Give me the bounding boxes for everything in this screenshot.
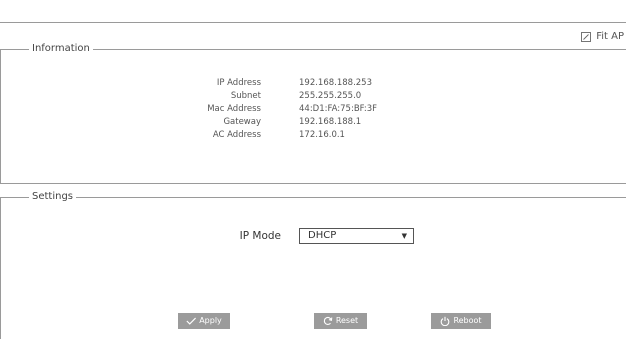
reboot-label: Reboot [453,316,482,325]
reset-button[interactable]: Reset [314,313,367,329]
fit-ap-label: Fit AP [596,31,624,42]
ip-mode-select[interactable]: DHCP ▼ [299,228,414,244]
fit-ap-link[interactable]: Fit AP [581,31,624,42]
subnet-value: 255.255.255.0 [299,91,362,101]
top-divider [0,22,626,23]
mac-address-label: Mac Address [207,104,261,114]
info-row-gateway: Gateway 192.168.188.1 [1,116,626,129]
ip-address-value: 192.168.188.253 [299,78,373,88]
info-row-mac-address: Mac Address 44:D1:FA:75:BF:3F [1,103,626,116]
information-legend: Information [32,43,90,54]
info-row-subnet: Subnet 255.255.255.0 [1,90,626,103]
ac-address-value: 172.16.0.1 [299,130,345,140]
ip-address-label: IP Address [216,78,261,88]
settings-legend: Settings [32,191,74,202]
info-row-ip-address: IP Address 192.168.188.253 [1,77,626,90]
reboot-button[interactable]: Reboot [431,313,491,329]
mac-address-value: 44:D1:FA:75:BF:3F [299,104,378,114]
dropdown-arrow-icon: ▼ [401,232,407,240]
power-icon [441,316,450,326]
subnet-label: Subnet [230,91,261,101]
gateway-value: 192.168.188.1 [299,117,362,127]
ip-mode-label: IP Mode [239,230,281,242]
ac-address-label: AC Address [212,130,261,140]
apply-label: Apply [199,316,222,325]
info-row-ac-address: AC Address 172.16.0.1 [1,129,626,142]
settings-panel: Settings IP Mode DHCP ▼ Apply Reset Rebo [0,191,626,339]
reset-label: Reset [335,316,359,325]
information-panel: Information IP Address 192.168.188.253 S… [0,43,626,184]
checkmark-icon [186,317,197,325]
edit-icon [581,31,592,42]
page: Fit AP Information IP Address 192.168.18… [0,0,626,339]
apply-button[interactable]: Apply [178,313,230,329]
ip-mode-value: DHCP [308,230,337,241]
gateway-label: Gateway [223,117,261,127]
refresh-icon [323,316,333,326]
